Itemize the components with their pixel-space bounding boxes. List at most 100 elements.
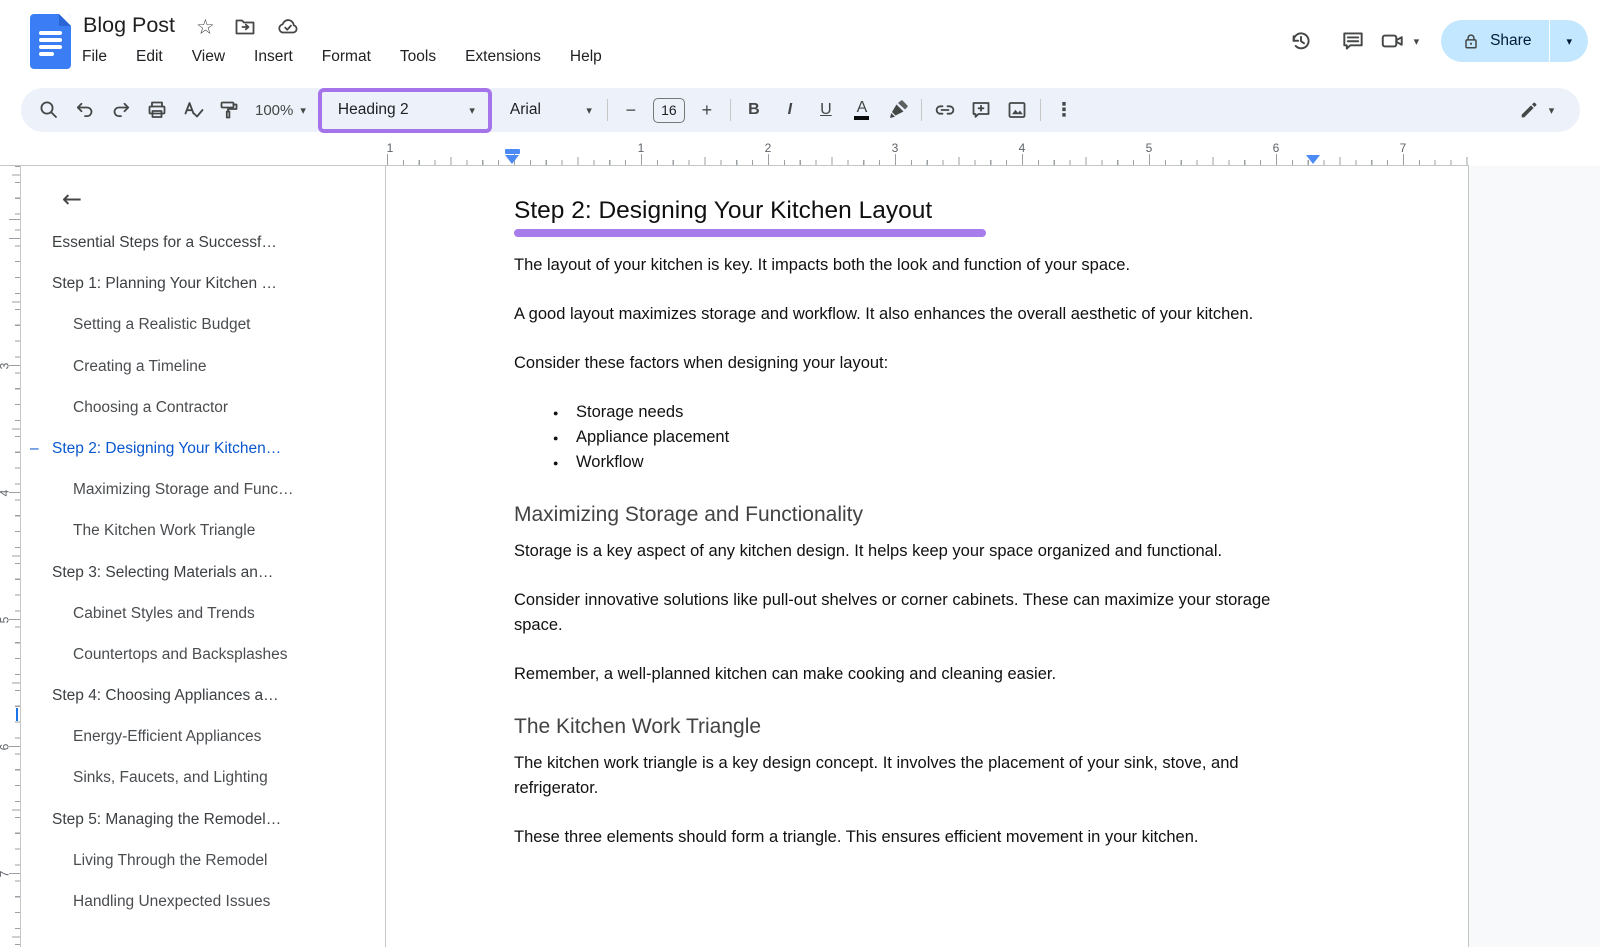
video-call-caret-icon[interactable]: ▾ <box>1414 35 1420 48</box>
menu-view[interactable]: View <box>191 46 226 68</box>
doc-bullet-list: Storage needs Appliance placement Workfl… <box>514 400 1312 475</box>
toolbar-divider <box>607 99 608 121</box>
menu-format[interactable]: Format <box>321 46 372 68</box>
outline-item[interactable]: Handling Unexpected Issues <box>21 881 385 922</box>
spell-check-button[interactable] <box>175 92 211 128</box>
chevron-down-icon: ▾ <box>1549 104 1555 117</box>
paint-format-button[interactable] <box>211 92 247 128</box>
pencil-icon <box>1518 99 1540 121</box>
chevron-down-icon: ▾ <box>300 104 306 117</box>
back-arrow-icon: ← <box>62 185 82 213</box>
doc-paragraph[interactable]: A good layout maximizes storage and work… <box>514 302 1312 327</box>
outline-item[interactable]: Step 3: Selecting Materials an… <box>21 552 385 593</box>
menu-edit[interactable]: Edit <box>135 46 164 68</box>
document-canvas: Step 2: Designing Your Kitchen Layout Th… <box>387 166 1600 947</box>
comment-icon <box>1340 28 1366 54</box>
outline-item[interactable]: Living Through the Remodel <box>21 840 385 881</box>
doc-paragraph[interactable]: The layout of your kitchen is key. It im… <box>514 253 1312 278</box>
more-vertical-icon: ⋮ <box>1054 99 1073 121</box>
share-button-label: Share <box>1490 32 1531 50</box>
outline-item[interactable]: Sinks, Faucets, and Lighting <box>21 757 385 798</box>
top-bar: Blog Post ☆ File Edit View Insert Format… <box>0 0 1600 85</box>
zoom-select[interactable]: 100% ▾ <box>247 102 314 119</box>
share-button-group: Share ▾ <box>1441 20 1588 62</box>
doc-paragraph[interactable]: Consider these factors when designing yo… <box>514 351 1312 376</box>
highlight-color-button[interactable] <box>880 92 916 128</box>
doc-paragraph[interactable]: The kitchen work triangle is a key desig… <box>514 751 1312 801</box>
menu-insert[interactable]: Insert <box>253 46 294 68</box>
version-history-icon <box>1288 28 1314 54</box>
insert-link-button[interactable] <box>927 92 963 128</box>
print-button[interactable] <box>139 92 175 128</box>
font-family-value: Arial <box>510 101 541 119</box>
doc-heading-work-triangle[interactable]: The Kitchen Work Triangle <box>514 713 1312 741</box>
share-options-caret[interactable]: ▾ <box>1550 32 1588 50</box>
italic-button[interactable]: I <box>772 92 808 128</box>
menu-tools[interactable]: Tools <box>399 46 437 68</box>
outline-item[interactable]: Step 1: Planning Your Kitchen … <box>21 263 385 304</box>
left-indent-marker[interactable] <box>505 149 520 165</box>
open-comments-button[interactable] <box>1327 18 1379 64</box>
undo-button[interactable] <box>67 92 103 128</box>
highlighter-icon <box>886 98 910 122</box>
more-toolbar-options-button[interactable]: ⋮ <box>1046 92 1082 128</box>
underline-button[interactable]: U <box>808 92 844 128</box>
cloud-saved-icon[interactable] <box>275 15 301 39</box>
outline-item[interactable]: Maximizing Storage and Func… <box>21 469 385 510</box>
text-color-button[interactable]: A <box>844 92 880 128</box>
document-outline-panel: ← Essential Steps for a Successf… Step 1… <box>21 166 386 947</box>
doc-bullet-item[interactable]: Workflow <box>576 450 1312 475</box>
zoom-value: 100% <box>255 102 293 119</box>
add-comment-icon <box>969 98 993 122</box>
doc-paragraph[interactable]: Consider innovative solutions like pull-… <box>514 588 1312 638</box>
outline-item[interactable]: Setting a Realistic Budget <box>21 304 385 345</box>
doc-paragraph[interactable]: Remember, a well-planned kitchen can mak… <box>514 662 1312 687</box>
print-icon <box>145 98 169 122</box>
menu-extensions[interactable]: Extensions <box>464 46 542 68</box>
doc-bullet-item[interactable]: Appliance placement <box>576 425 1312 450</box>
redo-button[interactable] <box>103 92 139 128</box>
menu-file[interactable]: File <box>81 46 108 68</box>
decrease-font-size-button[interactable]: − <box>613 92 649 128</box>
outline-item[interactable]: Step 5: Managing the Remodel… <box>21 799 385 840</box>
menu-help[interactable]: Help <box>569 46 603 68</box>
doc-heading-maximizing-storage[interactable]: Maximizing Storage and Functionality <box>514 501 1312 529</box>
outline-item[interactable]: Energy-Efficient Appliances <box>21 716 385 757</box>
outline-item[interactable]: Essential Steps for a Successf… <box>21 222 385 263</box>
annotation-underline <box>514 229 986 237</box>
doc-paragraph[interactable]: These three elements should form a trian… <box>514 825 1312 850</box>
doc-paragraph[interactable]: Storage is a key aspect of any kitchen d… <box>514 539 1312 564</box>
annotation-box-heading2[interactable]: Heading 2 ▾ <box>318 88 492 133</box>
outline-item-active[interactable]: – Step 2: Designing Your Kitchen… <box>21 428 385 469</box>
star-icon[interactable]: ☆ <box>196 15 215 39</box>
join-call-button[interactable]: ▾ <box>1379 28 1420 54</box>
font-family-select[interactable]: Arial ▾ <box>496 101 602 119</box>
document-page[interactable]: Step 2: Designing Your Kitchen Layout Th… <box>387 166 1469 947</box>
version-history-button[interactable] <box>1275 18 1327 64</box>
share-button[interactable]: Share <box>1441 31 1549 52</box>
bold-button[interactable]: B <box>736 92 772 128</box>
chevron-down-icon: ▾ <box>586 104 592 117</box>
insert-image-button[interactable] <box>999 92 1035 128</box>
docs-logo-icon[interactable] <box>30 14 71 69</box>
paragraph-style-value: Heading 2 <box>338 101 409 119</box>
close-outline-button[interactable]: ← <box>51 178 93 220</box>
outline-item[interactable]: Choosing a Contractor <box>21 387 385 428</box>
move-folder-icon[interactable] <box>233 15 257 39</box>
doc-bullet-item[interactable]: Storage needs <box>576 400 1312 425</box>
editing-mode-button[interactable]: ▾ <box>1508 92 1564 128</box>
link-icon <box>933 98 957 122</box>
document-title[interactable]: Blog Post <box>83 13 175 38</box>
outline-item[interactable]: Creating a Timeline <box>21 346 385 387</box>
increase-font-size-button[interactable]: + <box>689 92 725 128</box>
font-size-input[interactable]: 16 <box>653 98 685 123</box>
outline-item[interactable]: Step 4: Choosing Appliances a… <box>21 675 385 716</box>
outline-item[interactable]: The Kitchen Work Triangle <box>21 510 385 551</box>
workspace: 3 4 5 6 7 8 ← Essential Steps for a Succ… <box>0 166 1600 947</box>
search-menus-button[interactable] <box>31 92 67 128</box>
outline-item[interactable]: Countertops and Backsplashes <box>21 634 385 675</box>
right-indent-marker[interactable] <box>1306 155 1321 164</box>
doc-heading-step2[interactable]: Step 2: Designing Your Kitchen Layout <box>514 196 1312 226</box>
outline-item[interactable]: Cabinet Styles and Trends <box>21 593 385 634</box>
add-comment-button[interactable] <box>963 92 999 128</box>
